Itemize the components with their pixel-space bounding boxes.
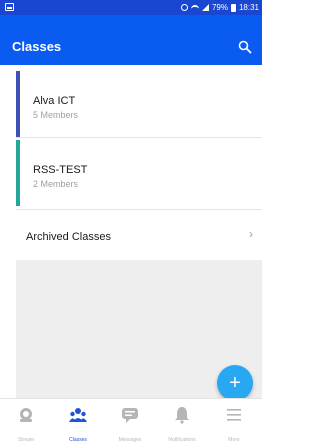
- bottom-navigation: Stream Classes Messages Notifications Mo…: [0, 398, 262, 448]
- classes-icon: [69, 408, 87, 422]
- menu-icon: [227, 409, 241, 421]
- nav-classes[interactable]: Classes: [52, 399, 104, 448]
- class-name: RSS-TEST: [33, 164, 88, 176]
- battery-icon: [230, 3, 236, 12]
- battery-percent: 79%: [211, 3, 228, 12]
- class-item-rss-test[interactable]: RSS-TEST 2 Members: [16, 140, 262, 206]
- class-color-bar: [16, 71, 20, 137]
- chevron-right-icon: ›: [249, 227, 253, 241]
- nav-stream[interactable]: Stream: [0, 399, 52, 448]
- signal-icon: [201, 4, 209, 11]
- nav-label: Messages: [118, 437, 142, 443]
- wifi-icon: [190, 4, 199, 11]
- notification-icon: [5, 3, 14, 11]
- add-icon: +: [229, 372, 241, 394]
- status-right: 79% 18:31: [180, 2, 259, 13]
- bell-icon: [175, 407, 189, 424]
- nav-label: Notifications: [168, 437, 196, 443]
- nav-label: Classes: [69, 437, 87, 443]
- class-member-count: 5 Members: [33, 110, 79, 120]
- search-icon[interactable]: [238, 40, 252, 54]
- add-class-button[interactable]: +: [217, 365, 253, 401]
- nav-label: More: [228, 437, 240, 443]
- nav-messages[interactable]: Messages: [104, 399, 156, 448]
- status-bar: 79% 18:31: [0, 0, 262, 15]
- class-item-alva-ict[interactable]: Alva ICT 5 Members: [16, 71, 262, 137]
- clock: 18:31: [238, 3, 259, 12]
- nav-notifications[interactable]: Notifications: [156, 399, 208, 448]
- stream-icon: [20, 408, 32, 422]
- archived-classes-row[interactable]: Archived Classes ›: [16, 210, 262, 260]
- messages-icon: [122, 408, 138, 423]
- page-title: Classes: [12, 39, 62, 54]
- nav-label: Stream: [17, 437, 35, 443]
- app-bar: Classes: [0, 15, 262, 65]
- class-name: Alva ICT: [33, 95, 76, 107]
- class-member-count: 2 Members: [33, 179, 79, 189]
- alarm-icon: [180, 4, 188, 11]
- archived-classes-label: Archived Classes: [26, 231, 111, 243]
- divider: [16, 137, 262, 138]
- nav-more[interactable]: More: [208, 399, 260, 448]
- class-color-bar: [16, 140, 20, 206]
